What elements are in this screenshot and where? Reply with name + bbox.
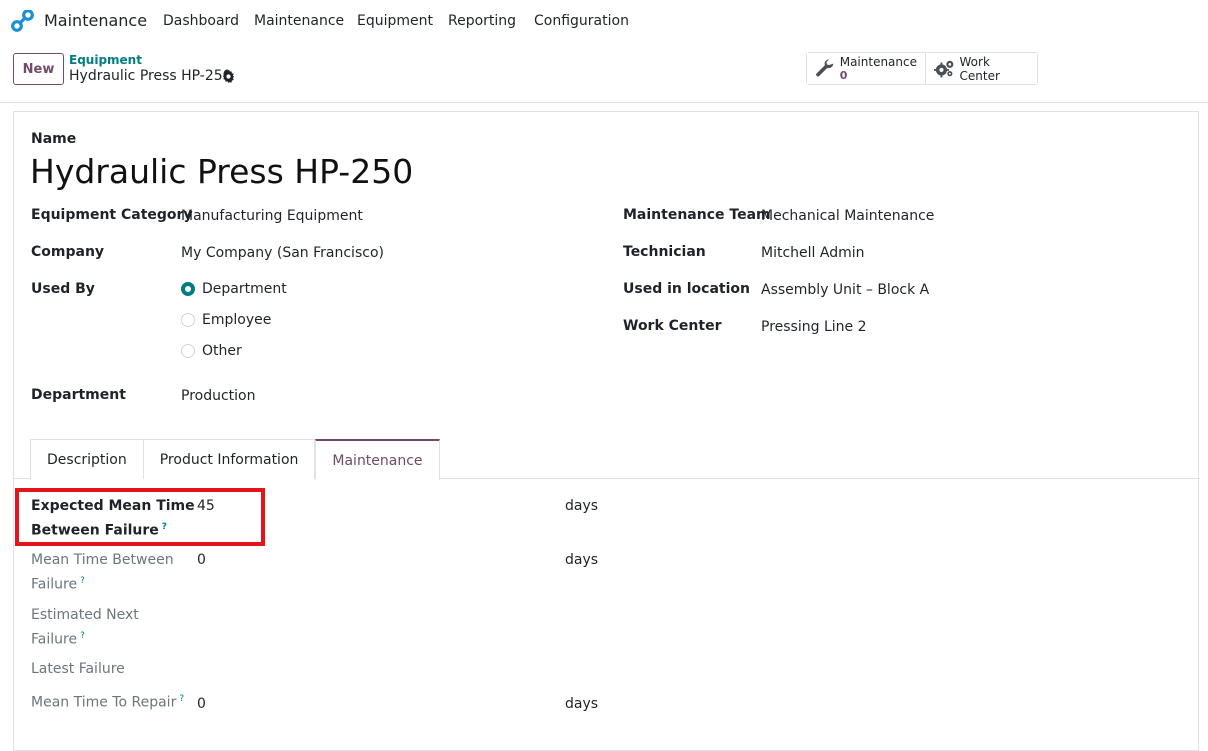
next-failure-label-line1: Estimated Next [31, 607, 139, 623]
mtbf-label-line1: Mean Time Between [31, 552, 174, 568]
latest-failure-label: Latest Failure [31, 661, 125, 677]
top-navbar: Maintenance Dashboard Maintenance Equipm… [0, 0, 1208, 42]
used-by-other-label[interactable]: Other [202, 343, 242, 359]
gear-icon[interactable] [222, 70, 235, 83]
work-center-label: Work Center [623, 318, 722, 334]
app-name[interactable]: Maintenance [44, 11, 147, 30]
name-input[interactable]: Hydraulic Press HP-250 [30, 152, 413, 191]
next-failure-help-icon[interactable]: ? [80, 631, 85, 641]
mttr-help-icon[interactable]: ? [179, 694, 184, 704]
work-center-field[interactable]: Pressing Line 2 [761, 319, 866, 335]
work-center-smart-label: Work Center [959, 54, 1000, 83]
form-sheet: Name Hydraulic Press HP-250 Equipment Ca… [13, 111, 1200, 751]
company-field[interactable]: My Company (San Francisco) [181, 245, 384, 261]
nav-equipment[interactable]: Equipment [357, 13, 433, 29]
next-failure-label: Estimated Next Failure? [31, 605, 139, 651]
location-label: Used in location [623, 281, 750, 297]
new-button[interactable]: New [13, 53, 64, 85]
tab-description[interactable]: Description [30, 439, 144, 479]
mttr-label: Mean Time To Repair? [31, 694, 184, 711]
technician-label: Technician [623, 244, 706, 260]
used-by-other-radio[interactable] [181, 344, 195, 358]
breadcrumb-equipment[interactable]: Equipment [69, 53, 142, 67]
company-label: Company [31, 244, 105, 260]
mtbf-label: Mean Time Between Failure? [31, 550, 174, 596]
maintenance-app-icon[interactable] [11, 10, 35, 32]
used-by-label: Used By [31, 281, 95, 297]
used-by-employee-label[interactable]: Employee [202, 312, 271, 328]
department-field[interactable]: Production [181, 388, 255, 404]
maintenance-team-field[interactable]: Mechanical Maintenance [761, 208, 934, 224]
mttr-label-text: Mean Time To Repair [31, 694, 177, 711]
wrench-icon [816, 58, 834, 76]
mttr-unit: days [565, 696, 599, 712]
mtbf-label-line2: Failure [31, 576, 78, 593]
used-by-department-radio[interactable] [181, 282, 195, 296]
nav-reporting[interactable]: Reporting [448, 13, 516, 29]
tab-product-information[interactable]: Product Information [143, 439, 316, 479]
used-by-department-label[interactable]: Department [202, 281, 287, 297]
highlight-box [15, 488, 265, 546]
category-label: Equipment Category [31, 207, 193, 223]
technician-field[interactable]: Mitchell Admin [761, 245, 865, 261]
mttr-value: 0 [197, 696, 206, 712]
form-tabs: Description Product Information Maintena… [30, 439, 440, 480]
tab-maintenance[interactable]: Maintenance [315, 439, 440, 480]
maintenance-smart-label: Maintenance [839, 54, 917, 69]
next-failure-label-line2: Failure [31, 631, 78, 648]
department-label: Department [31, 387, 126, 403]
maintenance-team-label: Maintenance Team [623, 207, 771, 223]
record-title: Hydraulic Press HP-250 [69, 68, 232, 84]
maintenance-smart-button[interactable]: Maintenance 0 [807, 53, 925, 84]
nav-configuration[interactable]: Configuration [534, 13, 629, 29]
emtbf-unit: days [565, 498, 599, 514]
nav-dashboard[interactable]: Dashboard [163, 13, 239, 29]
mtbf-unit: days [565, 552, 599, 568]
nav-maintenance[interactable]: Maintenance [254, 13, 344, 29]
used-by-employee-radio[interactable] [181, 313, 195, 327]
smart-buttons: Maintenance 0 Work Center [806, 52, 1038, 85]
work-center-smart-button[interactable]: Work Center [925, 53, 1037, 84]
cogs-icon [934, 60, 954, 77]
mtbf-help-icon[interactable]: ? [80, 576, 85, 586]
name-label: Name [31, 131, 77, 147]
location-field[interactable]: Assembly Unit – Block A [761, 282, 929, 298]
category-field[interactable]: Manufacturing Equipment [181, 208, 363, 224]
mtbf-value: 0 [197, 552, 206, 568]
control-panel: New Equipment Hydraulic Press HP-250 Mai… [0, 42, 1208, 103]
maintenance-count: 0 [839, 68, 848, 82]
